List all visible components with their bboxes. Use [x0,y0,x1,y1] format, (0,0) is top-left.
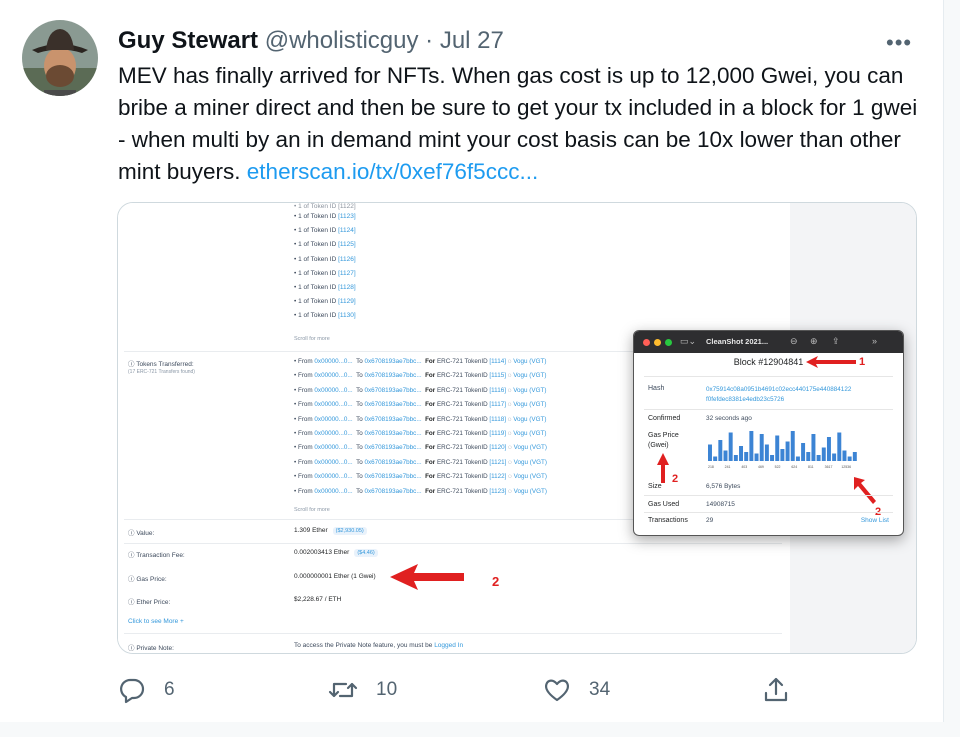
tweet-media-image[interactable]: • 1 of Token ID [1122] • 1 of Token ID [… [117,202,917,654]
tweet-text: MEV has finally arrived for NFTs. When g… [118,60,918,188]
reply-button[interactable]: 6 [118,672,175,708]
share-button[interactable] [762,672,808,708]
heart-icon [545,679,569,702]
gas-used-value: 14908715 [706,501,735,508]
show-list-link[interactable]: Show List [861,517,889,524]
annotation-label-2: 2 [492,574,500,589]
retweet-count: 10 [376,679,398,700]
transactions-value: 29 [706,517,714,524]
tweet-actions: 6 10 34 [0,672,944,712]
tweet-link[interactable]: etherscan.io/tx/0xef76f5ccc... [247,159,538,184]
retweet-icon [328,682,358,698]
cleanshot-window: ▭⌄ CleanShot 2021... ⊖ ⊕ ⇪ » Block #1290… [633,330,904,536]
tweet-card[interactable]: Guy Stewart @wholisticguy · Jul 27 ••• M… [0,0,944,722]
reply-icon [120,678,145,704]
annotation-label-2: 2 [672,473,679,485]
size-label: Size [648,483,662,490]
transactions-label: Transactions [648,517,688,524]
gas-used-label: Gas Used [648,501,680,508]
header-separator: · [425,27,434,54]
divider [644,495,893,496]
reply-count: 6 [164,679,175,700]
more-options-icon[interactable]: ••• [886,30,912,56]
tweet-header: Guy Stewart @wholisticguy · Jul 27 [118,26,504,56]
like-button[interactable]: 34 [543,672,610,708]
author-name[interactable]: Guy Stewart [118,27,258,54]
author-handle[interactable]: @wholisticguy [265,27,419,54]
divider [644,512,893,513]
size-value: 6,576 Bytes [706,483,741,490]
like-count: 34 [589,679,611,700]
share-icon [764,677,788,702]
avatar[interactable] [22,20,98,96]
retweet-button[interactable]: 10 [328,672,397,708]
tweet-date[interactable]: Jul 27 [440,27,504,54]
